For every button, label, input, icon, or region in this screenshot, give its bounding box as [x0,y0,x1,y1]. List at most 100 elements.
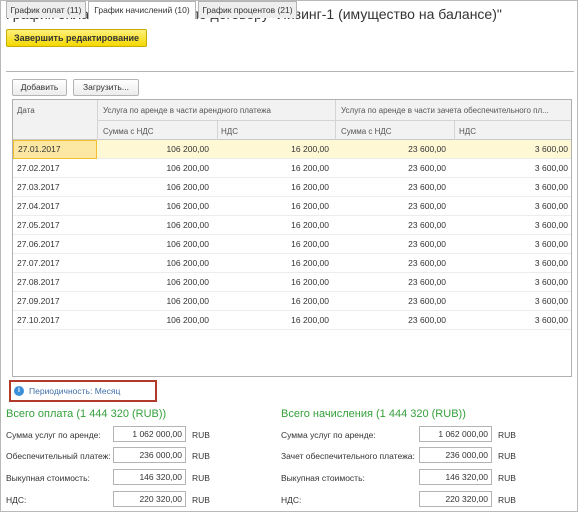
accruals-vat-label: НДС: [281,495,302,505]
cell-vat-2[interactable]: 3 600,00 [454,178,568,197]
info-icon: i [14,386,24,396]
table-row[interactable]: 27.10.2017 106 200,00 16 200,00 23 600,00 3 … [13,311,571,330]
table-row[interactable]: 27.06.2017 106 200,00 16 200,00 23 600,00 3 … [13,235,571,254]
header-amount-with-vat-1[interactable]: Сумма с НДС [103,127,154,136]
header-group-security-offset[interactable]: Услуга по аренде в части зачета обеспечи… [341,106,569,115]
currency-label: RUB [498,451,516,461]
cell-vat-1[interactable]: 16 200,00 [217,292,329,311]
table-row[interactable]: 27.01.2017 106 200,00 16 200,00 23 600,00 3 … [13,140,571,159]
cell-amount-with-vat-1[interactable]: 106 200,00 [97,197,209,216]
load-button[interactable]: Загрузить... [73,79,139,96]
header-vat-1[interactable]: НДС [221,127,238,136]
cell-vat-1[interactable]: 16 200,00 [217,254,329,273]
table-row[interactable]: 27.07.2017 106 200,00 16 200,00 23 600,00 3 … [13,254,571,273]
cell-vat-2[interactable]: 3 600,00 [454,311,568,330]
cell-amount-with-vat-2[interactable]: 23 600,00 [335,311,446,330]
payments-buyout-label: Выкупная стоимость: [6,473,90,483]
header-date[interactable]: Дата [17,106,35,115]
cell-amount-with-vat-1[interactable]: 106 200,00 [97,159,209,178]
payments-security-field[interactable]: 236 000,00 [113,447,186,463]
currency-label: RUB [192,495,210,505]
payments-vat-field[interactable]: 220 320,00 [113,491,186,507]
accruals-table[interactable]: Дата Услуга по аренде в части арендного … [12,99,572,377]
accruals-security-offset-field[interactable]: 236 000,00 [419,447,492,463]
cell-vat-1[interactable]: 16 200,00 [217,273,329,292]
table-row[interactable]: 27.04.2017 106 200,00 16 200,00 23 600,00 3 … [13,197,571,216]
cell-vat-1[interactable]: 16 200,00 [217,140,329,159]
window-frame: График оплат и начислений по договору "Л… [0,0,578,512]
header-divider [97,120,571,121]
accruals-lease-label: Сумма услуг по аренде: [281,430,376,440]
cell-amount-with-vat-2[interactable]: 23 600,00 [335,254,446,273]
tab-interest[interactable]: График процентов (21) [198,1,297,18]
tab-payments[interactable]: График оплат (11) [6,1,86,18]
cell-vat-2[interactable]: 3 600,00 [454,235,568,254]
table-row[interactable]: 27.02.2017 106 200,00 16 200,00 23 600,00 3 … [13,159,571,178]
cell-amount-with-vat-1[interactable]: 106 200,00 [97,140,209,159]
cell-date[interactable]: 27.02.2017 [13,159,97,178]
cell-vat-2[interactable]: 3 600,00 [454,159,568,178]
cell-amount-with-vat-1[interactable]: 106 200,00 [97,292,209,311]
cell-amount-with-vat-2[interactable]: 23 600,00 [335,159,446,178]
accruals-total-title: Всего начисления (1 444 320 (RUB)) [281,408,466,420]
cell-amount-with-vat-2[interactable]: 23 600,00 [335,216,446,235]
currency-label: RUB [498,430,516,440]
cell-date[interactable]: 27.08.2017 [13,273,97,292]
cell-vat-1[interactable]: 16 200,00 [217,197,329,216]
cell-amount-with-vat-1[interactable]: 106 200,00 [97,311,209,330]
periodicity-link[interactable]: Периодичность: Месяц [29,385,120,397]
cell-vat-1[interactable]: 16 200,00 [217,159,329,178]
payments-security-label: Обеспечительный платеж: [6,451,111,461]
cell-date[interactable]: 27.01.2017 [13,140,97,159]
cell-vat-2[interactable]: 3 600,00 [454,273,568,292]
payments-lease-label: Сумма услуг по аренде: [6,430,101,440]
cell-amount-with-vat-1[interactable]: 106 200,00 [97,273,209,292]
cell-amount-with-vat-2[interactable]: 23 600,00 [335,235,446,254]
cell-vat-2[interactable]: 3 600,00 [454,197,568,216]
table-row[interactable]: 27.05.2017 106 200,00 16 200,00 23 600,00 3 … [13,216,571,235]
cell-amount-with-vat-1[interactable]: 106 200,00 [97,178,209,197]
header-group-lease-payment[interactable]: Услуга по аренде в части арендного плате… [103,106,335,115]
table-row[interactable]: 27.08.2017 106 200,00 16 200,00 23 600,00 3 … [13,273,571,292]
cell-date[interactable]: 27.07.2017 [13,254,97,273]
cell-amount-with-vat-2[interactable]: 23 600,00 [335,140,446,159]
cell-amount-with-vat-1[interactable]: 106 200,00 [97,216,209,235]
cell-vat-2[interactable]: 3 600,00 [454,292,568,311]
cell-vat-1[interactable]: 16 200,00 [217,178,329,197]
cell-amount-with-vat-2[interactable]: 23 600,00 [335,292,446,311]
currency-label: RUB [498,495,516,505]
header-vat-2[interactable]: НДС [459,127,476,136]
add-button[interactable]: Добавить [12,79,67,96]
cell-date[interactable]: 27.04.2017 [13,197,97,216]
payments-buyout-field[interactable]: 146 320,00 [113,469,186,485]
cell-date[interactable]: 27.10.2017 [13,311,97,330]
cell-vat-1[interactable]: 16 200,00 [217,216,329,235]
table-row[interactable]: 27.03.2017 106 200,00 16 200,00 23 600,00 3 … [13,178,571,197]
cell-vat-1[interactable]: 16 200,00 [217,235,329,254]
cell-vat-1[interactable]: 16 200,00 [217,311,329,330]
accruals-buyout-label: Выкупная стоимость: [281,473,365,483]
cell-date[interactable]: 27.09.2017 [13,292,97,311]
periodicity-panel: i Периодичность: Месяц [9,380,157,402]
cell-vat-2[interactable]: 3 600,00 [454,216,568,235]
cell-amount-with-vat-2[interactable]: 23 600,00 [335,197,446,216]
tab-accruals[interactable]: График начислений (10) [88,1,196,19]
finish-editing-button[interactable]: Завершить редактирование [6,29,147,47]
cell-amount-with-vat-1[interactable]: 106 200,00 [97,254,209,273]
header-amount-with-vat-2[interactable]: Сумма с НДС [341,127,392,136]
cell-date[interactable]: 27.03.2017 [13,178,97,197]
accruals-lease-field[interactable]: 1 062 000,00 [419,426,492,442]
payments-lease-field[interactable]: 1 062 000,00 [113,426,186,442]
cell-date[interactable]: 27.06.2017 [13,235,97,254]
cell-amount-with-vat-2[interactable]: 23 600,00 [335,178,446,197]
accruals-vat-field[interactable]: 220 320,00 [419,491,492,507]
cell-vat-2[interactable]: 3 600,00 [454,140,568,159]
cell-amount-with-vat-2[interactable]: 23 600,00 [335,273,446,292]
cell-vat-2[interactable]: 3 600,00 [454,254,568,273]
table-header: Дата Услуга по аренде в части арендного … [13,100,571,140]
accruals-buyout-field[interactable]: 146 320,00 [419,469,492,485]
table-row[interactable]: 27.09.2017 106 200,00 16 200,00 23 600,00 3 … [13,292,571,311]
cell-amount-with-vat-1[interactable]: 106 200,00 [97,235,209,254]
cell-date[interactable]: 27.05.2017 [13,216,97,235]
tab-divider [6,71,574,72]
